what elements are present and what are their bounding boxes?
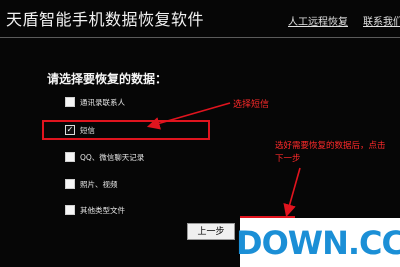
remote-recovery-link[interactable]: 人工远程恢复: [288, 13, 348, 28]
option-photos-videos[interactable]: 照片、视频: [65, 177, 118, 191]
contact-us-link[interactable]: 联系我们: [363, 13, 400, 28]
arrow-to-next: [283, 167, 301, 218]
option-chat-records[interactable]: QQ、微信聊天记录: [65, 150, 144, 164]
option-label: 通讯录联系人: [80, 97, 125, 107]
header-divider: [0, 37, 400, 38]
section-heading: 请选择要恢复的数据：: [47, 72, 168, 86]
checkbox[interactable]: [65, 152, 75, 162]
option-label: QQ、微信聊天记录: [80, 152, 145, 162]
option-label: 其他类型文件: [80, 205, 125, 215]
option-other-files[interactable]: 其他类型文件: [65, 203, 125, 217]
option-contacts[interactable]: 通讯录联系人: [65, 95, 125, 109]
annotation-click-next: 选好需要恢复的数据后，点击下一步: [275, 141, 386, 164]
checkbox[interactable]: [65, 205, 75, 215]
watermark-logo: DOWN.CC: [236, 218, 400, 267]
watermark-text: DOWN.CC: [236, 223, 400, 262]
checkbox[interactable]: [65, 97, 75, 107]
sms-highlight-box: [42, 120, 210, 140]
app-title: 天盾智能手机数据恢复软件: [6, 10, 205, 29]
checkbox[interactable]: [65, 179, 75, 189]
option-label: 照片、视频: [80, 179, 118, 189]
annotation-select-sms: 选择短信: [233, 100, 270, 110]
previous-step-button[interactable]: 上一步: [187, 223, 235, 240]
